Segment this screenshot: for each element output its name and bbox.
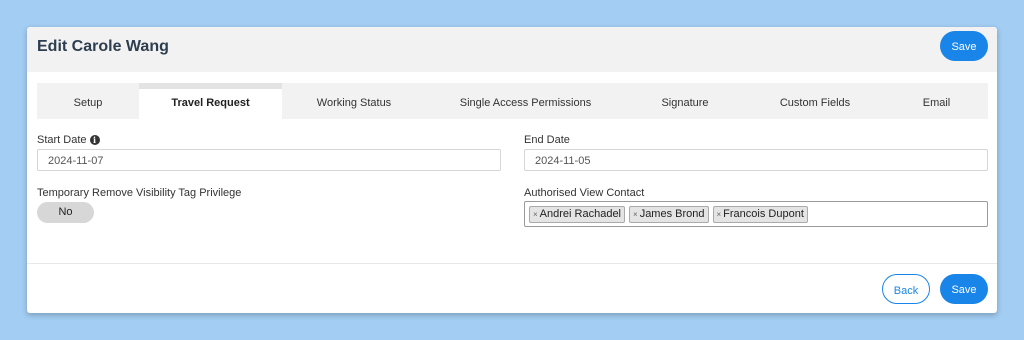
end-date-input[interactable]: 2024-11-05 bbox=[524, 149, 988, 171]
edit-panel: Edit Carole Wang Save Setup Travel Reque… bbox=[27, 27, 997, 313]
start-date-label: Start Date bbox=[37, 134, 87, 146]
remove-tag-icon[interactable]: × bbox=[717, 210, 722, 219]
contact-tag-label: Andrei Rachadel bbox=[539, 208, 622, 220]
info-icon[interactable]: i bbox=[89, 135, 100, 145]
tab-signature[interactable]: Signature bbox=[625, 83, 745, 119]
panel-header: Edit Carole Wang Save bbox=[27, 27, 997, 72]
visibility-privilege-label: Temporary Remove Visibility Tag Privileg… bbox=[37, 187, 242, 199]
visibility-privilege-toggle[interactable]: No bbox=[37, 202, 94, 223]
contact-tag: × Francois Dupont bbox=[712, 205, 808, 223]
start-date-input[interactable]: 2024-11-07 bbox=[37, 149, 501, 171]
footer-divider bbox=[27, 263, 997, 264]
authorised-view-contact-label: Authorised View Contact bbox=[524, 187, 645, 199]
remove-tag-icon[interactable]: × bbox=[633, 210, 638, 219]
contact-tag-label: Francois Dupont bbox=[723, 208, 804, 220]
authorised-view-contact-input[interactable]: × Andrei Rachadel × James Brond × Franco… bbox=[524, 201, 988, 227]
remove-tag-icon[interactable]: × bbox=[533, 210, 538, 219]
tab-single-access-permissions[interactable]: Single Access Permissions bbox=[426, 83, 625, 119]
back-button[interactable]: Back bbox=[882, 274, 930, 304]
contact-tag: × James Brond bbox=[629, 205, 709, 223]
contact-tag: × Andrei Rachadel bbox=[529, 205, 626, 223]
tab-travel-request[interactable]: Travel Request bbox=[139, 83, 282, 119]
page-title: Edit Carole Wang bbox=[37, 38, 169, 55]
contact-tag-label: James Brond bbox=[639, 208, 705, 220]
header-save-button[interactable]: Save bbox=[940, 31, 988, 61]
tab-bar: Setup Travel Request Working Status Sing… bbox=[37, 83, 988, 119]
tab-setup[interactable]: Setup bbox=[37, 83, 139, 119]
end-date-label: End Date bbox=[524, 134, 570, 146]
tab-custom-fields[interactable]: Custom Fields bbox=[745, 83, 885, 119]
tab-working-status[interactable]: Working Status bbox=[282, 83, 426, 119]
footer-save-button[interactable]: Save bbox=[940, 274, 988, 304]
start-date-label-group: Start Date i bbox=[37, 134, 100, 146]
tab-email[interactable]: Email bbox=[885, 83, 988, 119]
